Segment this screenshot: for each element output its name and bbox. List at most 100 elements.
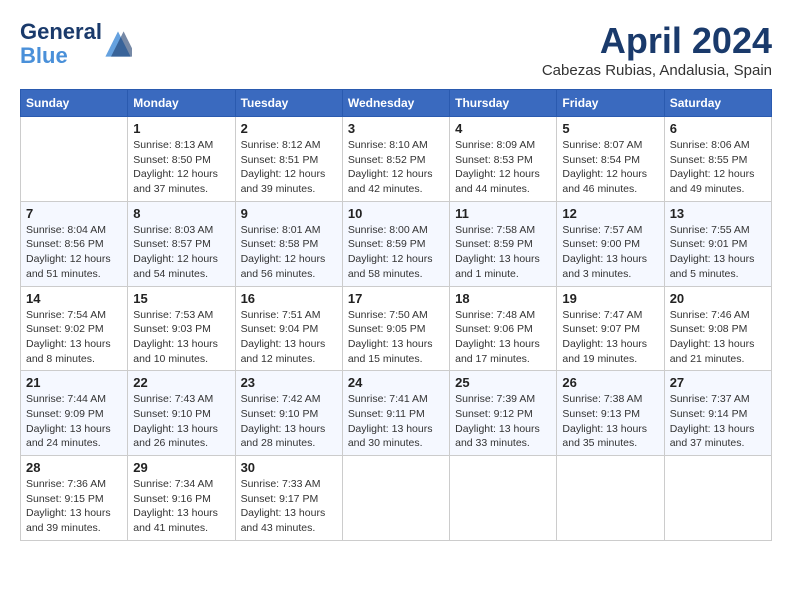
calendar-cell <box>450 456 557 541</box>
calendar-table: SundayMondayTuesdayWednesdayThursdayFrid… <box>20 89 772 541</box>
calendar-cell: 18 Sunrise: 7:48 AM Sunset: 9:06 PM Dayli… <box>450 286 557 371</box>
calendar-cell <box>664 456 771 541</box>
calendar-cell: 10 Sunrise: 8:00 AM Sunset: 8:59 PM Dayli… <box>342 201 449 286</box>
day-number: 27 <box>670 375 766 390</box>
calendar-cell: 12 Sunrise: 7:57 AM Sunset: 9:00 PM Dayli… <box>557 201 664 286</box>
col-header-friday: Friday <box>557 90 664 117</box>
day-info: Sunrise: 7:33 AM Sunset: 9:17 PM Dayligh… <box>241 477 337 536</box>
day-info: Sunrise: 7:48 AM Sunset: 9:06 PM Dayligh… <box>455 308 551 367</box>
day-info: Sunrise: 7:34 AM Sunset: 9:16 PM Dayligh… <box>133 477 229 536</box>
day-number: 16 <box>241 291 337 306</box>
calendar-cell: 24 Sunrise: 7:41 AM Sunset: 9:11 PM Dayli… <box>342 371 449 456</box>
day-number: 22 <box>133 375 229 390</box>
calendar-cell <box>342 456 449 541</box>
logo-text: GeneralBlue <box>20 20 102 68</box>
day-number: 6 <box>670 121 766 136</box>
col-header-thursday: Thursday <box>450 90 557 117</box>
logo: GeneralBlue <box>20 20 132 68</box>
col-header-monday: Monday <box>128 90 235 117</box>
calendar-cell <box>557 456 664 541</box>
day-info: Sunrise: 7:42 AM Sunset: 9:10 PM Dayligh… <box>241 392 337 451</box>
day-number: 11 <box>455 206 551 221</box>
calendar-week-row: 21 Sunrise: 7:44 AM Sunset: 9:09 PM Dayli… <box>21 371 772 456</box>
day-number: 4 <box>455 121 551 136</box>
calendar-week-row: 1 Sunrise: 8:13 AM Sunset: 8:50 PM Daylig… <box>21 117 772 202</box>
day-number: 14 <box>26 291 122 306</box>
location-subtitle: Cabezas Rubias, Andalusia, Spain <box>542 62 772 79</box>
day-info: Sunrise: 8:04 AM Sunset: 8:56 PM Dayligh… <box>26 223 122 282</box>
day-number: 15 <box>133 291 229 306</box>
day-number: 2 <box>241 121 337 136</box>
day-info: Sunrise: 7:37 AM Sunset: 9:14 PM Dayligh… <box>670 392 766 451</box>
day-number: 20 <box>670 291 766 306</box>
calendar-cell: 25 Sunrise: 7:39 AM Sunset: 9:12 PM Dayli… <box>450 371 557 456</box>
calendar-cell: 26 Sunrise: 7:38 AM Sunset: 9:13 PM Dayli… <box>557 371 664 456</box>
day-number: 10 <box>348 206 444 221</box>
day-info: Sunrise: 8:12 AM Sunset: 8:51 PM Dayligh… <box>241 138 337 197</box>
calendar-cell: 7Sunrise: 8:04 AM Sunset: 8:56 PM Daylig… <box>21 201 128 286</box>
title-block: April 2024 Cabezas Rubias, Andalusia, Sp… <box>542 20 772 79</box>
day-number: 28 <box>26 460 122 475</box>
calendar-cell: 16 Sunrise: 7:51 AM Sunset: 9:04 PM Dayli… <box>235 286 342 371</box>
day-info: Sunrise: 7:38 AM Sunset: 9:13 PM Dayligh… <box>562 392 658 451</box>
day-number: 1 <box>133 121 229 136</box>
calendar-week-row: 7Sunrise: 8:04 AM Sunset: 8:56 PM Daylig… <box>21 201 772 286</box>
day-number: 29 <box>133 460 229 475</box>
calendar-cell: 29 Sunrise: 7:34 AM Sunset: 9:16 PM Dayli… <box>128 456 235 541</box>
calendar-body: 1 Sunrise: 8:13 AM Sunset: 8:50 PM Daylig… <box>21 117 772 541</box>
day-number: 24 <box>348 375 444 390</box>
calendar-week-row: 14 Sunrise: 7:54 AM Sunset: 9:02 PM Dayli… <box>21 286 772 371</box>
day-info: Sunrise: 7:44 AM Sunset: 9:09 PM Dayligh… <box>26 392 122 451</box>
calendar-cell: 5 Sunrise: 8:07 AM Sunset: 8:54 PM Daylig… <box>557 117 664 202</box>
calendar-cell: 6Sunrise: 8:06 AM Sunset: 8:55 PM Daylig… <box>664 117 771 202</box>
day-number: 25 <box>455 375 551 390</box>
day-number: 19 <box>562 291 658 306</box>
calendar-cell: 21 Sunrise: 7:44 AM Sunset: 9:09 PM Dayli… <box>21 371 128 456</box>
calendar-cell: 8Sunrise: 8:03 AM Sunset: 8:57 PM Daylig… <box>128 201 235 286</box>
day-number: 12 <box>562 206 658 221</box>
day-info: Sunrise: 7:43 AM Sunset: 9:10 PM Dayligh… <box>133 392 229 451</box>
day-number: 13 <box>670 206 766 221</box>
logo-icon <box>104 30 132 58</box>
day-info: Sunrise: 7:41 AM Sunset: 9:11 PM Dayligh… <box>348 392 444 451</box>
calendar-cell: 22 Sunrise: 7:43 AM Sunset: 9:10 PM Dayli… <box>128 371 235 456</box>
day-info: Sunrise: 7:47 AM Sunset: 9:07 PM Dayligh… <box>562 308 658 367</box>
calendar-cell: 13 Sunrise: 7:55 AM Sunset: 9:01 PM Dayli… <box>664 201 771 286</box>
day-number: 26 <box>562 375 658 390</box>
day-info: Sunrise: 7:57 AM Sunset: 9:00 PM Dayligh… <box>562 223 658 282</box>
col-header-wednesday: Wednesday <box>342 90 449 117</box>
calendar-week-row: 28Sunrise: 7:36 AM Sunset: 9:15 PM Dayli… <box>21 456 772 541</box>
calendar-cell: 27 Sunrise: 7:37 AM Sunset: 9:14 PM Dayli… <box>664 371 771 456</box>
calendar-cell: 1 Sunrise: 8:13 AM Sunset: 8:50 PM Daylig… <box>128 117 235 202</box>
day-info: Sunrise: 7:55 AM Sunset: 9:01 PM Dayligh… <box>670 223 766 282</box>
day-info: Sunrise: 7:51 AM Sunset: 9:04 PM Dayligh… <box>241 308 337 367</box>
day-info: Sunrise: 8:00 AM Sunset: 8:59 PM Dayligh… <box>348 223 444 282</box>
day-number: 18 <box>455 291 551 306</box>
day-info: Sunrise: 8:01 AM Sunset: 8:58 PM Dayligh… <box>241 223 337 282</box>
day-number: 3 <box>348 121 444 136</box>
header: GeneralBlue April 2024 Cabezas Rubias, A… <box>20 20 772 79</box>
day-info: Sunrise: 7:39 AM Sunset: 9:12 PM Dayligh… <box>455 392 551 451</box>
day-info: Sunrise: 8:03 AM Sunset: 8:57 PM Dayligh… <box>133 223 229 282</box>
calendar-cell: 4Sunrise: 8:09 AM Sunset: 8:53 PM Daylig… <box>450 117 557 202</box>
calendar-cell: 14 Sunrise: 7:54 AM Sunset: 9:02 PM Dayli… <box>21 286 128 371</box>
col-header-tuesday: Tuesday <box>235 90 342 117</box>
calendar-cell: 30Sunrise: 7:33 AM Sunset: 9:17 PM Dayli… <box>235 456 342 541</box>
calendar-cell: 23Sunrise: 7:42 AM Sunset: 9:10 PM Dayli… <box>235 371 342 456</box>
calendar-cell: 2 Sunrise: 8:12 AM Sunset: 8:51 PM Daylig… <box>235 117 342 202</box>
calendar-cell: 17Sunrise: 7:50 AM Sunset: 9:05 PM Dayli… <box>342 286 449 371</box>
day-number: 5 <box>562 121 658 136</box>
calendar-cell: 3 Sunrise: 8:10 AM Sunset: 8:52 PM Daylig… <box>342 117 449 202</box>
day-info: Sunrise: 7:54 AM Sunset: 9:02 PM Dayligh… <box>26 308 122 367</box>
day-info: Sunrise: 7:50 AM Sunset: 9:05 PM Dayligh… <box>348 308 444 367</box>
day-number: 21 <box>26 375 122 390</box>
calendar-cell: 19 Sunrise: 7:47 AM Sunset: 9:07 PM Dayli… <box>557 286 664 371</box>
calendar-cell: 20Sunrise: 7:46 AM Sunset: 9:08 PM Dayli… <box>664 286 771 371</box>
day-info: Sunrise: 7:53 AM Sunset: 9:03 PM Dayligh… <box>133 308 229 367</box>
day-number: 9 <box>241 206 337 221</box>
day-info: Sunrise: 8:13 AM Sunset: 8:50 PM Dayligh… <box>133 138 229 197</box>
month-title: April 2024 <box>542 20 772 62</box>
calendar-cell: 28Sunrise: 7:36 AM Sunset: 9:15 PM Dayli… <box>21 456 128 541</box>
day-info: Sunrise: 8:07 AM Sunset: 8:54 PM Dayligh… <box>562 138 658 197</box>
day-info: Sunrise: 8:10 AM Sunset: 8:52 PM Dayligh… <box>348 138 444 197</box>
